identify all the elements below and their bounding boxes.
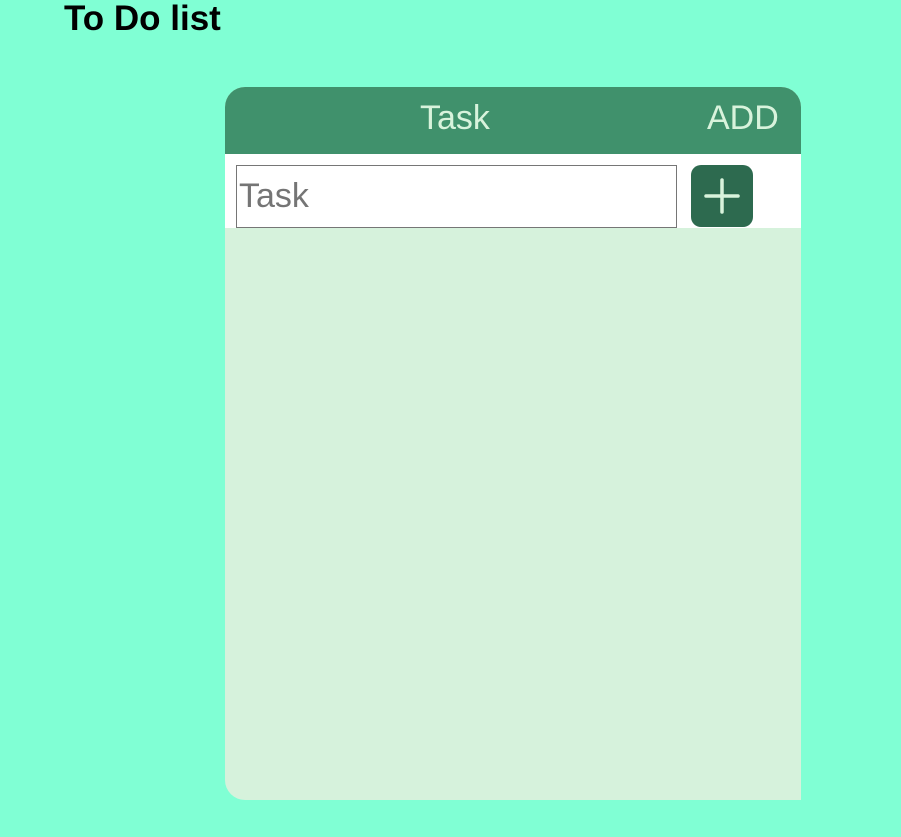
- add-task-button[interactable]: [691, 165, 753, 227]
- header-task-label: Task: [420, 99, 490, 137]
- todo-panel: Task ADD: [225, 87, 801, 800]
- task-list: [225, 228, 801, 800]
- header-add-label: ADD: [707, 99, 779, 137]
- page-title: To Do list: [64, 0, 221, 38]
- task-input-row: [225, 154, 801, 228]
- task-input[interactable]: [236, 165, 677, 228]
- todo-header: Task ADD: [225, 87, 801, 154]
- plus-icon: [704, 178, 740, 214]
